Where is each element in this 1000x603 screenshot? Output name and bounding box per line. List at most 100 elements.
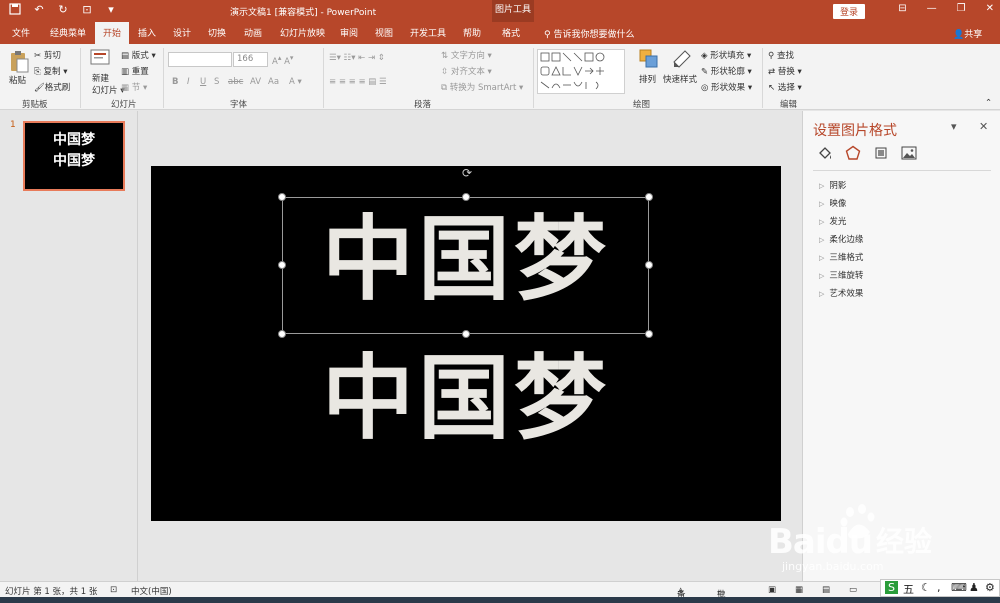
tell-me-search[interactable]: ⚲ 告诉我你想要做什么: [544, 27, 634, 40]
bullets-icons[interactable]: ☰▾ ☷▾ ⇤ ⇥ ⇕: [329, 53, 385, 63]
close-pane-icon[interactable]: ✕: [979, 120, 988, 133]
slide-thumbnail[interactable]: 中国梦 中国梦: [23, 121, 125, 191]
pane-options-icon[interactable]: ▾: [951, 120, 957, 133]
effects-pentagon-icon[interactable]: [845, 145, 861, 161]
slide-text-line-2[interactable]: 中国梦: [151, 353, 781, 445]
close-icon[interactable]: ✕: [986, 3, 994, 14]
quick-styles-icon[interactable]: [671, 48, 693, 70]
font-name-dropdown[interactable]: [168, 52, 232, 67]
slide-thumbnail-pane: 1 中国梦 中国梦: [0, 111, 138, 581]
tab-review[interactable]: 审阅: [340, 26, 358, 39]
save-icon[interactable]: [8, 3, 22, 18]
login-button[interactable]: 登录: [833, 4, 866, 19]
quick-styles-label[interactable]: 快速样式: [663, 73, 697, 85]
section-glow[interactable]: ▷ 发光: [819, 215, 846, 227]
tab-help[interactable]: 帮助: [463, 26, 481, 39]
expand-arrow-icon: ▷: [819, 182, 825, 190]
tab-insert[interactable]: 插入: [138, 26, 156, 39]
slideshow-view-icon[interactable]: ▭: [849, 585, 857, 595]
shadow-icon[interactable]: S: [214, 77, 219, 87]
replace-button[interactable]: ⇄ 替换 ▾: [768, 65, 802, 77]
resize-handle[interactable]: [645, 193, 653, 201]
section-artistic-effects[interactable]: ▷ 艺术效果: [819, 287, 863, 299]
font-grow-shrink-icons[interactable]: A▴ A▾: [272, 53, 293, 67]
slide[interactable]: 中国梦 中国梦 ⟳: [151, 166, 781, 521]
tab-design[interactable]: 设计: [173, 26, 191, 39]
tab-animations[interactable]: 动画: [244, 26, 262, 39]
arrange-label[interactable]: 排列: [639, 73, 656, 85]
expand-arrow-icon: ▷: [819, 200, 825, 208]
ime-toolbar[interactable]: S 五 ☾ , ⌨ ♟ ⚙: [880, 579, 1000, 597]
size-properties-icon[interactable]: [873, 145, 889, 161]
section-shadow[interactable]: ▷ 阴影: [819, 179, 846, 191]
section-soft-edges[interactable]: ▷ 柔化边缘: [819, 233, 863, 245]
normal-view-icon[interactable]: ▣: [768, 585, 776, 595]
selection-box[interactable]: [282, 197, 649, 334]
picture-icon[interactable]: [901, 145, 917, 161]
tab-classic-menu[interactable]: 经典菜单: [50, 26, 86, 39]
share-button[interactable]: 👤共享: [953, 27, 982, 40]
shapes-gallery[interactable]: [537, 49, 625, 94]
resize-handle[interactable]: [645, 330, 653, 338]
find-button[interactable]: ⚲ 查找: [768, 49, 794, 61]
copy-button[interactable]: ⎘ 复制 ▾: [34, 65, 68, 77]
strikethrough-icon[interactable]: abc: [228, 77, 243, 87]
resize-handle[interactable]: [278, 261, 286, 269]
font-size-dropdown[interactable]: 166: [233, 52, 268, 67]
resize-handle[interactable]: [278, 193, 286, 201]
char-spacing-icon[interactable]: AV: [250, 77, 261, 87]
rotate-handle-icon[interactable]: ⟳: [460, 166, 474, 180]
smartart-button[interactable]: ⧉ 转换为 SmartArt ▾: [441, 81, 523, 93]
section-3d-rotation[interactable]: ▷ 三维旋转: [819, 269, 863, 281]
layout-button[interactable]: ▤ 版式 ▾: [121, 49, 156, 61]
tab-format[interactable]: 格式: [502, 26, 520, 39]
undo-icon[interactable]: ↶: [32, 3, 46, 18]
collapse-ribbon-icon[interactable]: ⌃: [985, 98, 992, 108]
underline-icon[interactable]: U: [200, 77, 206, 87]
reset-button[interactable]: ▥ 重置: [121, 65, 149, 77]
tab-slideshow[interactable]: 幻灯片放映: [280, 26, 325, 39]
new-slide-icon[interactable]: [90, 48, 112, 70]
section-reflection[interactable]: ▷ 映像: [819, 197, 846, 209]
fill-line-icon[interactable]: [817, 145, 833, 161]
spell-check-icon[interactable]: ⊡: [110, 585, 117, 595]
paste-label[interactable]: 粘贴: [9, 74, 26, 86]
text-direction-button[interactable]: ⇅ 文字方向 ▾: [441, 49, 492, 61]
resize-handle[interactable]: [278, 330, 286, 338]
select-button[interactable]: ↖ 选择 ▾: [768, 81, 802, 93]
tab-file[interactable]: 文件: [12, 26, 30, 39]
ribbon-display-icon[interactable]: ⊟: [898, 3, 906, 14]
resize-handle[interactable]: [462, 330, 470, 338]
tab-developer[interactable]: 开发工具: [410, 26, 446, 39]
resize-handle[interactable]: [462, 193, 470, 201]
format-painter-button[interactable]: 🖌格式刷: [34, 81, 70, 93]
shape-outline-button[interactable]: ✎ 形状轮廓 ▾: [701, 65, 752, 77]
section-3d-format[interactable]: ▷ 三维格式: [819, 251, 863, 263]
paste-icon[interactable]: [8, 50, 30, 73]
resize-handle[interactable]: [645, 261, 653, 269]
customize-qat-icon[interactable]: ▾: [104, 3, 118, 18]
bold-icon[interactable]: B: [172, 77, 178, 87]
font-color-icon[interactable]: A ▾: [289, 77, 302, 87]
shape-effects-button[interactable]: ◎ 形状效果 ▾: [701, 81, 752, 93]
minimize-icon[interactable]: —: [927, 3, 937, 14]
section-button[interactable]: ▦ 节 ▾: [121, 81, 147, 93]
tab-view[interactable]: 视图: [375, 26, 393, 39]
language-indicator[interactable]: 中文(中国): [131, 585, 172, 597]
italic-icon[interactable]: I: [187, 77, 190, 87]
slide-sorter-icon[interactable]: ▦: [795, 585, 803, 595]
align-icons[interactable]: ≡ ≡ ≡ ≡ ▤ ☰: [329, 77, 387, 87]
redo-icon[interactable]: ↻: [56, 3, 70, 18]
cut-button[interactable]: ✂ 剪切: [34, 49, 61, 61]
tab-transitions[interactable]: 切换: [208, 26, 226, 39]
editing-group-label: 编辑: [780, 100, 798, 110]
reading-view-icon[interactable]: ▤: [822, 585, 830, 595]
align-text-button[interactable]: ⇳ 对齐文本 ▾: [441, 65, 492, 77]
shape-fill-button[interactable]: ◈ 形状填充 ▾: [701, 49, 751, 61]
tab-home[interactable]: 开始: [95, 22, 130, 44]
arrange-icon[interactable]: [639, 49, 661, 71]
restore-icon[interactable]: ❐: [957, 3, 966, 14]
change-case-icon[interactable]: Aa: [268, 77, 279, 87]
start-from-beginning-icon[interactable]: ⊡: [80, 3, 94, 18]
new-slide-label[interactable]: 新建 幻灯片 ▾: [92, 72, 124, 96]
